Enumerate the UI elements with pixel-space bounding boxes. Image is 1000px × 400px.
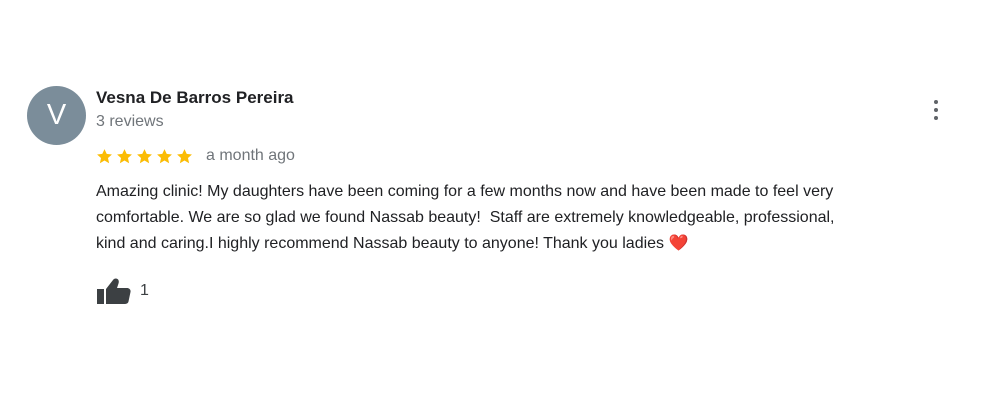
star-icon	[97, 148, 112, 163]
review-card: V Vesna De Barros Pereira 3 reviews a mo…	[0, 0, 1000, 400]
more-vert-icon	[934, 100, 938, 120]
star-rating	[96, 148, 196, 165]
star-icon	[157, 148, 172, 163]
more-options-button[interactable]	[924, 96, 948, 124]
author-name[interactable]: Vesna De Barros Pereira	[96, 88, 294, 108]
review-time: a month ago	[206, 147, 295, 164]
thumbs-up-icon	[97, 278, 131, 304]
helpful-row: 1	[96, 276, 149, 306]
review-text: Amazing clinic! My daughters have been c…	[96, 183, 835, 252]
avatar-initial: V	[46, 99, 67, 131]
star-icon	[177, 148, 192, 163]
like-button[interactable]	[96, 277, 132, 305]
rating-row: a month ago	[96, 145, 295, 167]
like-count: 1	[140, 282, 149, 299]
star-icon	[117, 148, 132, 163]
review-count[interactable]: 3 reviews	[96, 113, 164, 131]
avatar[interactable]: V	[27, 86, 86, 145]
star-icon	[137, 148, 152, 163]
